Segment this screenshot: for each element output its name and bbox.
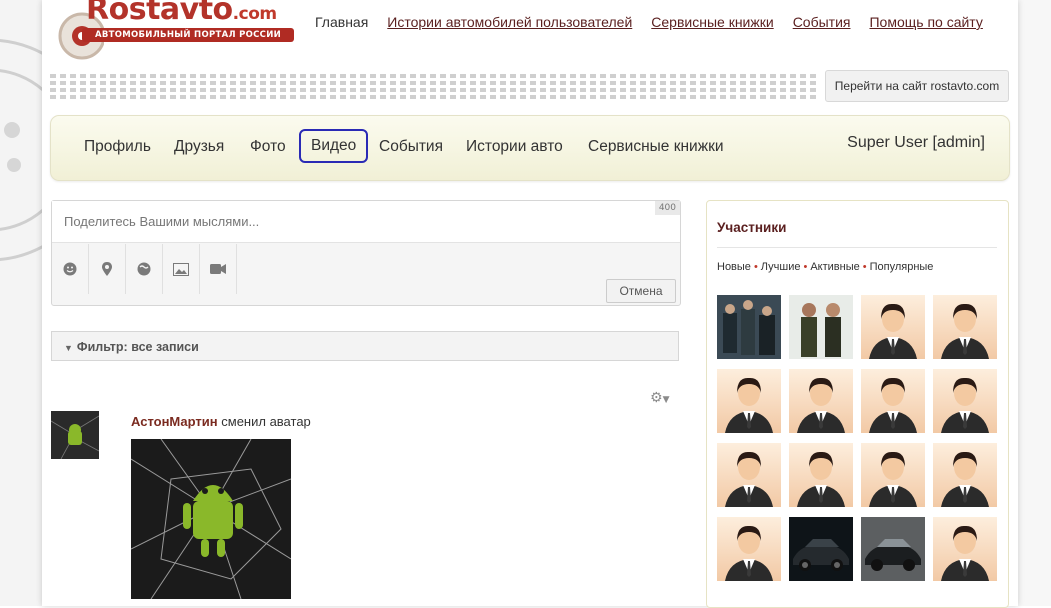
nav-profile[interactable]: Профиль [84,138,151,156]
filter-active[interactable]: Активные [810,261,859,273]
member-avatar[interactable] [861,295,925,359]
member-avatar[interactable] [789,443,853,507]
member-avatar[interactable] [789,295,853,359]
members-grid [717,295,997,581]
main-navigation: Профиль Друзья Фото Видео События Истори… [50,115,1010,181]
member-avatar[interactable] [933,295,997,359]
member-avatar[interactable] [717,443,781,507]
member-avatar[interactable] [717,369,781,433]
member-avatar[interactable] [933,369,997,433]
post-tools [52,244,237,304]
member-avatar[interactable] [861,369,925,433]
settings-gear-icon[interactable]: ⚙▼ [650,390,669,406]
members-filters: Новые • Лучшие • Активные • Популярные [717,261,934,273]
topnav-car-stories[interactable]: Истории автомобилей пользователей [387,14,632,30]
nav-car-stories[interactable]: Истории авто [466,138,563,156]
smile-icon[interactable] [52,244,89,294]
topnav-home[interactable]: Главная [315,14,368,30]
globe-icon[interactable] [126,244,163,294]
location-icon[interactable] [89,244,126,294]
caret-down-icon: ▼ [64,343,73,353]
activity-user-link[interactable]: АстонМартин [131,414,218,429]
filter-dropdown[interactable]: ▼ Фильтр: все записи [51,331,679,361]
filter-new[interactable]: Новые [717,261,751,273]
member-avatar[interactable] [933,517,997,581]
background-right [1018,0,1051,606]
nav-friends[interactable]: Друзья [174,138,224,156]
nav-video[interactable]: Видео [299,129,369,163]
activity-text: АстонМартин сменил аватар [131,414,311,429]
nav-events[interactable]: События [379,138,443,156]
filter-popular[interactable]: Популярные [870,261,934,273]
char-counter: 400 [654,201,680,215]
member-avatar[interactable] [861,517,925,581]
member-avatar[interactable] [789,369,853,433]
top-navigation: Главная Истории автомобилей пользователе… [315,14,983,30]
member-avatar[interactable] [717,517,781,581]
logo-text: Rostavto.com [86,0,277,27]
logo-tagline: АВТОМОБИЛЬНЫЙ ПОРТАЛ РОССИИ [82,28,294,42]
activity-action: сменил аватар [221,414,311,429]
new-avatar-image[interactable] [131,439,291,599]
nav-photo[interactable]: Фото [250,138,286,156]
cancel-button[interactable]: Отмена [606,279,676,303]
image-icon[interactable] [163,244,200,294]
divider [717,247,997,248]
nav-service-books[interactable]: Сервисные книжки [588,138,724,156]
topnav-service-books[interactable]: Сервисные книжки [651,14,773,30]
video-icon[interactable] [200,244,237,294]
post-input[interactable]: Поделитесь Вашими мыслями... [52,201,680,243]
filter-best[interactable]: Лучшие [761,261,801,273]
user-avatar[interactable] [51,411,99,459]
goto-site-button[interactable]: Перейти на сайт rostavto.com [825,70,1009,102]
member-avatar[interactable] [861,443,925,507]
members-sidebar: Участники Новые • Лучшие • Активные • Популярн… [706,200,1009,608]
member-avatar[interactable] [789,517,853,581]
topnav-events[interactable]: События [793,14,851,30]
member-avatar[interactable] [933,443,997,507]
background-wheel [0,0,42,606]
topnav-help[interactable]: Помощь по сайту [869,14,982,30]
post-composer: Поделитесь Вашими мыслями... 400 Отмена [51,200,681,306]
current-user[interactable]: Super User [admin] [847,134,985,152]
members-title: Участники [717,220,787,235]
tread-divider [50,74,820,102]
filter-label: Фильтр: все записи [76,340,199,354]
member-avatar[interactable] [717,295,781,359]
site-logo[interactable]: Rostavto.com АВТОМОБИЛЬНЫЙ ПОРТАЛ РОССИИ [58,0,298,68]
